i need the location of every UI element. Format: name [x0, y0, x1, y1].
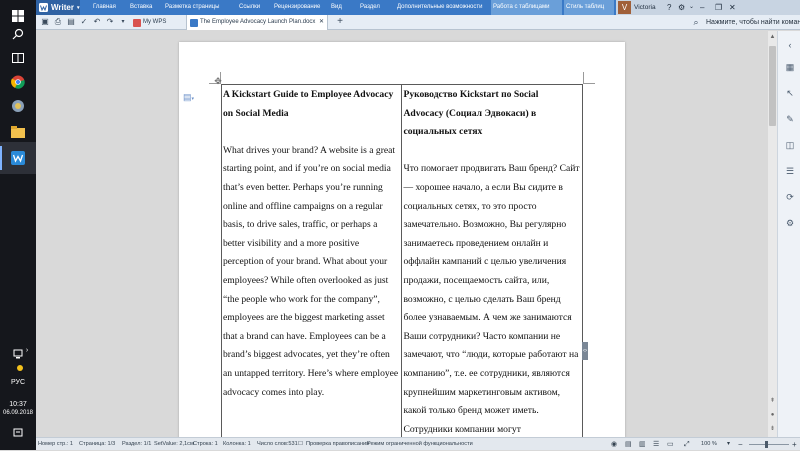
print-icon[interactable]: ⎙ — [53, 17, 63, 27]
document-icon — [190, 19, 198, 27]
bilingual-table[interactable]: A Kickstart Guide to Employee Advocacy o… — [220, 83, 583, 437]
preview-icon[interactable]: ▤ — [66, 17, 76, 27]
tray-chevron-icon[interactable]: › — [22, 347, 32, 354]
tab-review[interactable]: Рецензирование — [272, 0, 322, 15]
restore-icon[interactable]: ❐ — [715, 0, 722, 15]
view-reading-icon[interactable]: ▭ — [667, 438, 674, 451]
status-restricted-mode: Режим ограниченной функциональности — [367, 441, 473, 447]
avatar[interactable]: V — [618, 1, 631, 14]
zoom-slider-knob[interactable] — [765, 441, 768, 448]
doc-tab-label: My WPS — [143, 19, 167, 25]
table-row: A Kickstart Guide to Employee Advocacy o… — [220, 83, 583, 437]
status-setvalue[interactable]: SetValue: 2,1см — [154, 438, 194, 451]
tab-table-tools[interactable]: Работа с таблицами — [491, 0, 562, 15]
status-line[interactable]: Строка: 1 — [193, 438, 218, 451]
style-pane-icon[interactable]: ▦ — [784, 61, 796, 73]
navigation-icon[interactable]: ☰ — [784, 165, 796, 177]
right-tool-panel: ‹ ▦ ↖ ✎ ◫ ☰ ⟳ ⚙ — [777, 31, 800, 437]
backup-icon[interactable]: ⟳ — [784, 191, 796, 203]
quick-access-toolbar: ▣ ⎙ ▤ ✓ ↶ ↷ ▾ My WPS The Employee Advoca… — [36, 15, 800, 30]
tab-current-document[interactable]: The Employee Advocacy Launch Plan.docx ✕ — [186, 15, 328, 30]
zoom-in-icon[interactable]: + — [792, 438, 797, 451]
command-search-prompt[interactable]: Нажмите, чтобы найти команды — [706, 15, 800, 30]
windows-taskbar: › РУС 10:37 06.09.2018 — [0, 0, 36, 450]
margin-corner-mark — [583, 72, 595, 84]
prev-page-icon[interactable]: ⇞ — [768, 397, 777, 406]
tab-home[interactable]: Главная — [91, 0, 118, 15]
scrollbar-thumb[interactable] — [769, 46, 776, 126]
status-page-count[interactable]: Страница: 1/3 — [79, 438, 115, 451]
select-tool-icon[interactable]: ↖ — [784, 87, 796, 99]
wps-home-icon — [133, 19, 141, 27]
view-outline-icon[interactable]: ☰ — [653, 438, 659, 451]
help-icon[interactable]: ? — [667, 0, 671, 15]
tab-page-layout[interactable]: Разметка страницы — [163, 0, 221, 15]
russian-body: Что помогает продвигать Ваш бренд? Сайт … — [403, 163, 580, 435]
tab-section[interactable]: Раздел — [358, 0, 382, 15]
redo-icon[interactable]: ↷ — [105, 17, 115, 27]
clock-date[interactable]: 06.09.2018 — [0, 410, 36, 416]
view-fullscreen-icon[interactable]: ⤢ — [684, 438, 690, 451]
app-name: Writer — [51, 3, 74, 12]
status-column[interactable]: Колонка: 1 — [223, 438, 251, 451]
doc-tab-label: The Employee Advocacy Launch Plan.docx — [200, 19, 316, 25]
view-eye-icon[interactable]: ◉ — [611, 438, 617, 451]
scroll-up-icon[interactable]: ▲ — [768, 33, 777, 42]
status-page-number[interactable]: Номер стр.: 1 — [38, 438, 73, 451]
document-page[interactable]: ✥ ▤▾ A Kickstart Guide to Employee Advoc… — [179, 42, 625, 437]
minimize-icon[interactable]: ‒ — [700, 0, 704, 15]
keyboard-language[interactable]: РУС — [0, 379, 36, 386]
column-resize-handle-icon[interactable]: ‹› — [582, 342, 588, 360]
vertical-scrollbar[interactable]: ▲ ⇞ ● ⇟ — [768, 31, 777, 437]
settings-icon[interactable]: ⚙ — [678, 0, 685, 15]
clock-time[interactable]: 10:37 — [0, 401, 36, 408]
spellcheck-checkbox-icon[interactable]: ☐ — [298, 438, 303, 451]
shapes-icon[interactable]: ◫ — [784, 139, 796, 151]
close-icon[interactable]: ✕ — [729, 0, 736, 15]
select-browse-icon[interactable]: ● — [768, 411, 777, 420]
close-tab-icon[interactable]: ✕ — [319, 15, 324, 30]
zoom-dropdown-icon[interactable]: ▾ — [727, 438, 730, 451]
russian-title: Руководство Kickstart по Social Advocacy… — [403, 89, 539, 138]
tab-view[interactable]: Вид — [329, 0, 344, 15]
wps-writer-taskbar-icon[interactable] — [0, 142, 36, 174]
expand-ribbon-icon[interactable]: ⌄ — [689, 0, 694, 15]
save-icon[interactable]: ▣ — [40, 17, 50, 27]
english-body: What drives your brand? A website is a g… — [223, 144, 399, 398]
page-options-icon[interactable]: ▤▾ — [183, 92, 197, 106]
next-page-icon[interactable]: ⇟ — [768, 425, 777, 434]
table-cell-english[interactable]: A Kickstart Guide to Employee Advocacy o… — [220, 83, 403, 437]
spellcheck-icon[interactable]: ✓ — [79, 17, 89, 27]
undo-icon[interactable]: ↶ — [92, 17, 102, 27]
new-tab-icon[interactable]: + — [335, 17, 345, 27]
status-word-count[interactable]: Число слов:531 — [257, 438, 298, 451]
zoom-out-icon[interactable]: − — [738, 438, 743, 451]
format-painter-icon[interactable]: ✎ — [784, 113, 796, 125]
writer-app-menu[interactable]: Writer ▾ — [36, 0, 80, 15]
ribbon-tab-bar: Writer ▾ Главная Вставка Разметка страни… — [36, 0, 800, 15]
notification-badge-icon[interactable] — [0, 362, 36, 376]
tab-advanced[interactable]: Дополнительные возможности — [395, 0, 484, 15]
user-area: V Victoria ? ⚙ ⌄ ‒ ❐ ✕ — [616, 0, 800, 15]
document-workspace: ✥ ▤▾ A Kickstart Guide to Employee Advoc… — [36, 31, 768, 437]
panel-collapse-icon[interactable]: ‹ — [784, 39, 796, 51]
status-section[interactable]: Раздел: 1/1 — [122, 438, 151, 451]
zoom-level[interactable]: 100 % — [701, 438, 717, 451]
search-commands-icon[interactable]: ⌕ — [691, 17, 701, 27]
view-web-icon[interactable]: ▥ — [639, 438, 646, 451]
customize-qa-icon[interactable]: ▾ — [118, 17, 128, 27]
user-name[interactable]: Victoria — [634, 0, 656, 15]
status-spellcheck[interactable]: Проверка правописания — [306, 438, 369, 451]
english-title: A Kickstart Guide to Employee Advocacy o… — [223, 89, 394, 119]
status-bar: Номер стр.: 1 Страница: 1/3 Раздел: 1/1 … — [36, 437, 800, 450]
tab-references[interactable]: Ссылки — [237, 0, 262, 15]
table-cell-russian[interactable]: Руководство Kickstart по Social Advocacy… — [401, 83, 583, 437]
tab-table-style[interactable]: Стиль таблиц — [564, 0, 614, 15]
action-center-icon[interactable] — [0, 424, 36, 442]
tab-insert[interactable]: Вставка — [128, 0, 154, 15]
view-print-layout-icon[interactable]: ▤ — [625, 438, 632, 451]
zoom-slider[interactable] — [749, 444, 789, 445]
settings-panel-icon[interactable]: ⚙ — [784, 217, 796, 229]
